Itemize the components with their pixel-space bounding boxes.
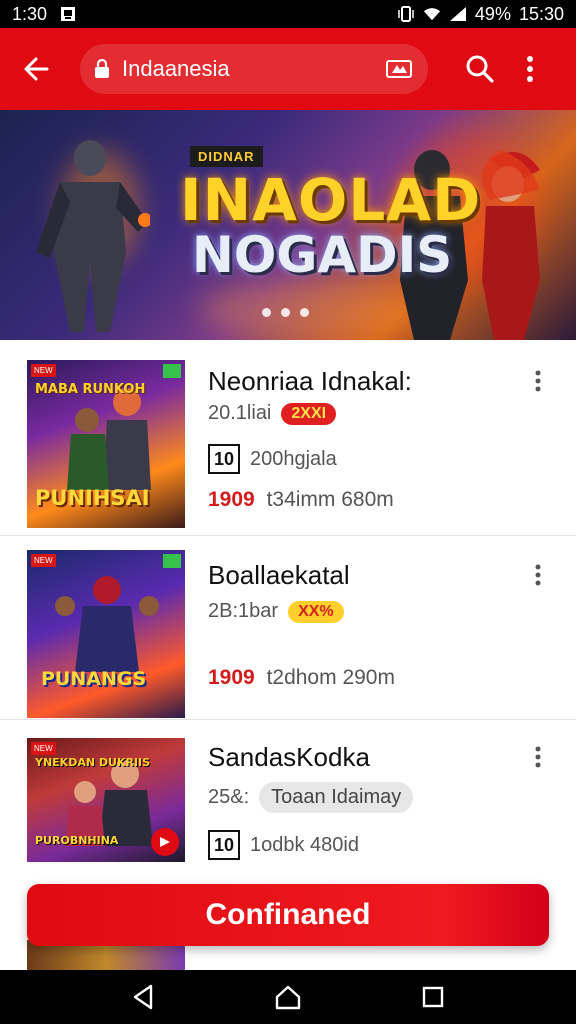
item-meta-row: 2B:1bar XX% bbox=[208, 600, 344, 623]
thumbnail-title: PUROBNHINA bbox=[35, 834, 119, 847]
nav-back-icon bbox=[133, 984, 152, 1010]
back-arrow-icon bbox=[24, 57, 49, 81]
item-meta-text: 25&: bbox=[208, 786, 250, 808]
game-thumbnail[interactable]: NEW YNEKDAN DUKRIIS PUROBNHINA bbox=[27, 738, 185, 862]
more-vert-icon bbox=[535, 370, 541, 392]
item-more-button[interactable] bbox=[528, 560, 548, 590]
list-item[interactable]: NEW YNEKDAN DUKRIIS PUROBNHINA SandasKod… bbox=[0, 720, 576, 880]
hero-knight-figure bbox=[36, 140, 150, 332]
status-time-left: 1:30 bbox=[12, 3, 48, 24]
item-meta-row: 10 200hgjala bbox=[208, 444, 337, 474]
item-tag: 2XXI bbox=[281, 402, 337, 425]
carousel-dot[interactable] bbox=[300, 308, 309, 317]
thumbnail-badge-green bbox=[163, 364, 181, 378]
system-navigation-bar bbox=[0, 970, 576, 1024]
reader-mode-icon[interactable] bbox=[384, 57, 414, 81]
item-meta-row: 10 1odbk 480id bbox=[208, 830, 359, 860]
overflow-menu-button[interactable] bbox=[518, 47, 542, 91]
age-rating-badge: 10 bbox=[208, 444, 240, 474]
image-notification-icon bbox=[59, 6, 77, 22]
lock-icon bbox=[94, 58, 112, 80]
item-price-number: 1909 bbox=[208, 488, 255, 511]
hero-title-line2: NOGADIS bbox=[192, 226, 453, 284]
item-meta-text: 1odbk 480id bbox=[250, 833, 359, 856]
item-title[interactable]: Boallaekatal bbox=[208, 560, 350, 591]
item-title[interactable]: SandasKodka bbox=[208, 742, 370, 773]
signal-icon bbox=[449, 6, 467, 22]
item-more-button[interactable] bbox=[528, 366, 548, 396]
list-item[interactable]: NEW MABA RUNKOH PUNIHSAI Neonriaa Idnaka… bbox=[0, 340, 576, 536]
nav-home-button[interactable] bbox=[268, 977, 308, 1017]
item-price-text: t2dhom 290m bbox=[266, 666, 395, 689]
item-meta-row: 20.1liai 2XXI bbox=[208, 402, 337, 425]
vibrate-icon bbox=[397, 6, 415, 22]
item-meta-text: 200hgjala bbox=[250, 447, 337, 470]
thumbnail-badge: NEW bbox=[31, 742, 56, 755]
item-price-line: 1909 t2dhom 290m bbox=[208, 666, 395, 690]
thumbnail-badge-green bbox=[163, 554, 181, 568]
carousel-indicator bbox=[262, 308, 309, 317]
nav-recents-icon bbox=[423, 986, 444, 1008]
wifi-icon bbox=[423, 6, 441, 22]
more-vert-icon bbox=[527, 56, 533, 82]
thumbnail-art bbox=[65, 760, 153, 846]
item-price-text: t34imm 680m bbox=[266, 488, 394, 511]
thumbnail-art bbox=[55, 576, 159, 672]
age-rating-badge: 10 bbox=[208, 830, 240, 860]
more-vert-icon bbox=[535, 746, 541, 768]
game-list: NEW MABA RUNKOH PUNIHSAI Neonriaa Idnaka… bbox=[0, 340, 576, 880]
address-text: Indaanesia bbox=[122, 56, 230, 81]
item-tag: XX% bbox=[288, 600, 344, 623]
item-more-button[interactable] bbox=[528, 742, 548, 772]
hero-title-line1: INAOLAD bbox=[180, 166, 482, 234]
status-bar: 1:30 49% 15:30 bbox=[0, 0, 576, 28]
confirm-button[interactable]: Confinaned bbox=[27, 884, 549, 946]
carousel-dot[interactable] bbox=[262, 308, 271, 317]
thumbnail-top-text: MABA RUNKOH bbox=[35, 382, 146, 397]
carousel-dot[interactable] bbox=[281, 308, 290, 317]
item-meta-row: 25&: Toaan Idaimay bbox=[208, 782, 414, 813]
address-bar[interactable]: Indaanesia bbox=[80, 44, 428, 94]
thumbnail-badge: NEW bbox=[31, 364, 56, 377]
item-meta-text: 20.1liai bbox=[208, 402, 272, 424]
nav-back-button[interactable] bbox=[123, 977, 163, 1017]
nav-home-icon bbox=[275, 985, 301, 1010]
item-meta-text: 2B:1bar bbox=[208, 600, 279, 622]
thumbnail-top-text: YNEKDAN DUKRIIS bbox=[35, 756, 151, 769]
status-time-right: 15:30 bbox=[518, 3, 564, 24]
thumbnail-badge: NEW bbox=[31, 554, 56, 567]
search-button[interactable] bbox=[458, 47, 502, 91]
search-icon bbox=[466, 55, 494, 83]
game-thumbnail[interactable]: NEW PUNANGS bbox=[27, 550, 185, 718]
hero-subtitle: DIDNAR bbox=[190, 146, 263, 167]
play-badge-icon bbox=[151, 828, 179, 856]
battery-percent: 49% bbox=[474, 3, 511, 24]
thumbnail-title: PUNIHSAI bbox=[35, 486, 150, 510]
nav-recents-button[interactable] bbox=[413, 977, 453, 1017]
hero-banner[interactable]: DIDNAR INAOLAD NOGADIS bbox=[0, 110, 576, 340]
item-tag: Toaan Idaimay bbox=[259, 782, 414, 813]
back-button[interactable] bbox=[14, 47, 58, 91]
item-price-number: 1909 bbox=[208, 666, 255, 689]
thumbnail-title: PUNANGS bbox=[41, 668, 147, 690]
game-thumbnail[interactable]: NEW MABA RUNKOH PUNIHSAI bbox=[27, 360, 185, 528]
more-vert-icon bbox=[535, 564, 541, 586]
browser-toolbar: Indaanesia bbox=[0, 28, 576, 110]
item-price-line: 1909 t34imm 680m bbox=[208, 488, 394, 512]
list-item[interactable]: NEW PUNANGS Boallaekatal 2B:1bar XX% 190… bbox=[0, 536, 576, 720]
item-title[interactable]: Neonriaa Idnakal: bbox=[208, 366, 412, 397]
